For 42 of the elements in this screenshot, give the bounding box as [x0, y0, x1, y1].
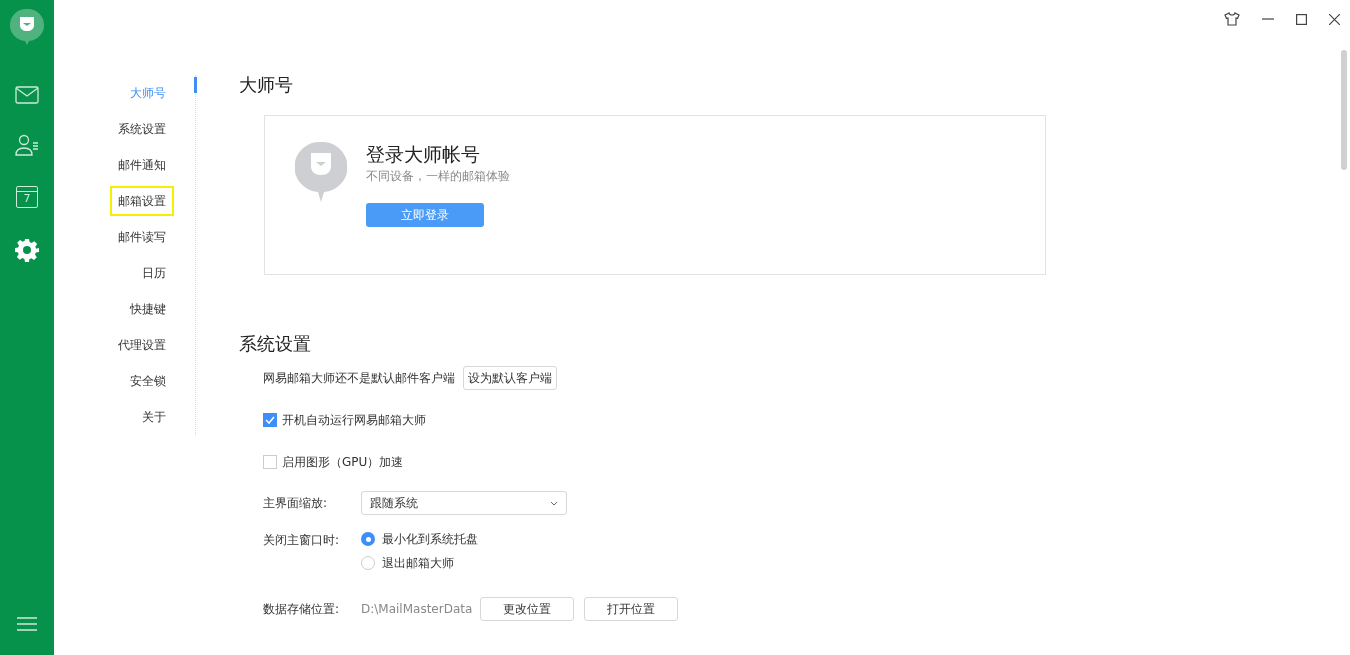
scrollbar-thumb[interactable] — [1341, 50, 1347, 170]
zoom-dropdown[interactable]: 跟随系统 — [361, 491, 567, 515]
radio-label: 最小化到系统托盘 — [382, 531, 478, 548]
set-default-button[interactable]: 设为默认客户端 — [463, 366, 557, 390]
settings-nav-item[interactable]: 邮箱设置 — [110, 186, 174, 216]
settings-nav-item[interactable]: 大师号 — [122, 78, 174, 108]
radio-label: 退出邮箱大师 — [382, 555, 454, 572]
checkbox[interactable] — [263, 413, 277, 427]
lion-avatar — [295, 141, 347, 203]
lion-logo — [10, 8, 44, 46]
card-title: 登录大师帐号 — [366, 142, 480, 166]
settings-nav-item[interactable]: 日历 — [134, 258, 174, 288]
tshirt-icon[interactable] — [1224, 12, 1240, 26]
settings-nav-item[interactable]: 系统设置 — [110, 114, 174, 144]
settings-nav-item[interactable]: 安全锁 — [122, 366, 174, 396]
checkbox-label: 开机自动运行网易邮箱大师 — [282, 412, 426, 429]
menu-icon[interactable] — [17, 617, 37, 631]
chevron-icon — [550, 500, 558, 506]
field-label: 关闭主窗口时: — [263, 532, 341, 549]
settings-nav-item[interactable]: 代理设置 — [110, 330, 174, 360]
section-heading: 大师号 — [239, 74, 294, 96]
settings-icon[interactable] — [15, 238, 39, 262]
checkbox[interactable] — [263, 455, 277, 469]
active-indicator — [194, 77, 197, 93]
settings-nav-item[interactable]: 邮件通知 — [110, 150, 174, 180]
field-label: 数据存储位置: — [263, 601, 341, 618]
settings-nav-item[interactable]: 快捷键 — [122, 294, 174, 324]
contacts-icon[interactable] — [15, 134, 39, 156]
default-client-text: 网易邮箱大师还不是默认邮件客户端 — [263, 370, 455, 387]
location-button[interactable]: 更改位置 — [480, 597, 575, 621]
radio-button[interactable] — [361, 532, 375, 546]
section-heading: 系统设置 — [239, 333, 312, 355]
field-label: 主界面缩放: — [263, 495, 329, 512]
storage-path: D:\MailMasterData — [361, 601, 473, 618]
close-icon[interactable] — [1329, 13, 1340, 25]
location-button[interactable]: 打开位置 — [584, 597, 679, 621]
mail-icon[interactable] — [15, 86, 39, 104]
card-subtitle: 不同设备，一样的邮箱体验 — [366, 168, 510, 185]
maximize-icon[interactable] — [1296, 13, 1307, 25]
checkbox-label: 启用图形（GPU）加速 — [282, 454, 404, 471]
settings-nav-item[interactable]: 邮件读写 — [110, 222, 174, 252]
settings-nav-item[interactable]: 关于 — [134, 402, 174, 432]
